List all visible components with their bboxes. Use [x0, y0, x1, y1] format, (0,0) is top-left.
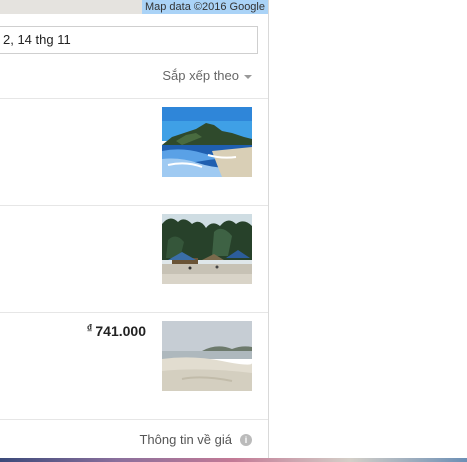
hotel-result[interactable]: ₫ 741.000 [0, 313, 268, 420]
beach-trees-huts-photo [162, 214, 252, 284]
info-icon[interactable]: i [240, 434, 252, 446]
calm-beach-hills-photo [162, 321, 252, 391]
sort-button[interactable]: Sắp xếp theo [162, 68, 252, 83]
hotel-thumbnail[interactable] [162, 214, 252, 284]
hotel-thumbnail[interactable] [162, 321, 252, 391]
price-info-footer: Thông tin về giá i [0, 420, 268, 462]
map-area[interactable]: Map data ©2016 Google [0, 0, 268, 14]
price-value: 741.000 [95, 323, 146, 339]
taskbar-strip [0, 458, 467, 462]
hotel-thumbnail[interactable] [162, 107, 252, 177]
sort-label: Sắp xếp theo [162, 68, 239, 83]
date-range-field[interactable]: 2, 14 thg 11 [0, 26, 258, 54]
currency-symbol: ₫ [86, 323, 93, 335]
sort-row: Sắp xếp theo [0, 60, 268, 99]
hotel-results-panel: Map data ©2016 Google 2, 14 thg 11 Sắp x… [0, 0, 269, 462]
beach-mountain-sea-photo [162, 107, 252, 177]
map-attribution[interactable]: Map data ©2016 Google [141, 0, 268, 14]
price-info-link[interactable]: Thông tin về giá [139, 432, 232, 447]
hotel-result[interactable] [0, 206, 268, 313]
hotel-result[interactable] [0, 99, 268, 206]
hotel-price: ₫ 741.000 [87, 323, 146, 339]
chevron-down-icon [244, 74, 252, 79]
